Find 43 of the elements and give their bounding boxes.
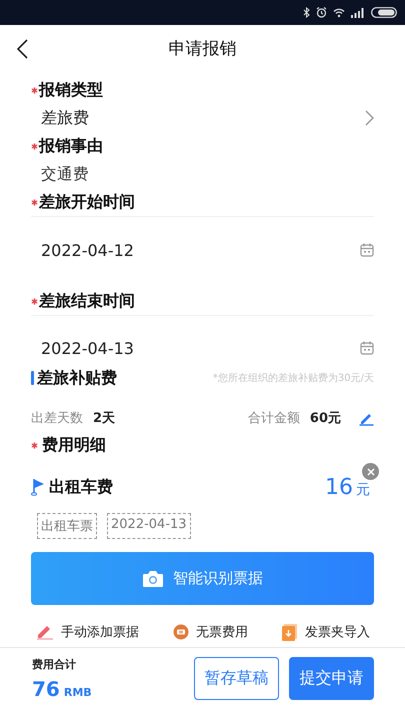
date-field[interactable]: 2022-04-13 [31, 316, 374, 365]
draft-button[interactable]: 暂存草稿 [194, 657, 279, 700]
total-amount: 76 RMB [32, 676, 93, 700]
allowance-note: *您所在组织的差旅补贴费为30元/天 [212, 372, 374, 385]
add-option-button[interactable]: 手动添加票据 [36, 623, 139, 641]
expense-name: 出租车费 [49, 476, 113, 498]
close-button[interactable] [362, 463, 379, 480]
battery-icon [371, 7, 397, 18]
days-label: 出差天数 [31, 410, 83, 427]
section-title: 费用明细 [42, 434, 106, 456]
wifi-icon [333, 8, 345, 18]
field-label: 报销事由 [39, 136, 103, 156]
calendar-icon [360, 341, 374, 355]
alarm-icon [316, 7, 327, 18]
date-field[interactable]: 2022-04-12 [31, 217, 374, 287]
field-label: 差旅开始时间 [39, 192, 135, 212]
bluetooth-icon [303, 7, 310, 18]
select-field[interactable]: 差旅费 [31, 104, 374, 132]
total-value: 60元 [310, 410, 341, 427]
download-folder-icon [282, 624, 298, 640]
section-marker [31, 371, 34, 385]
field-value: 交通费 [41, 164, 89, 184]
camera-icon [142, 570, 164, 588]
field-label: 差旅结束时间 [39, 290, 135, 312]
chevron-right-icon [365, 110, 374, 126]
close-icon [366, 468, 374, 476]
pencil-icon [36, 624, 54, 640]
submit-button[interactable]: 提交申请 [289, 657, 374, 700]
days-value: 2天 [93, 410, 116, 427]
expense-tag: 出租车票 [37, 513, 97, 539]
expense-tag: 2022-04-13 [107, 513, 191, 539]
add-option-button[interactable]: 发票夹导入 [282, 623, 370, 641]
page-title: 申请报销 [168, 38, 236, 60]
total-label: 合计金额 [248, 410, 300, 427]
flag-icon [31, 478, 45, 496]
ticket-icon [173, 624, 189, 640]
total-label: 费用合计 [32, 656, 77, 672]
expense-amount: 16 元 [325, 474, 370, 500]
signal-icon [351, 8, 365, 18]
calendar-icon [360, 243, 374, 257]
field-label: 报销类型 [39, 80, 103, 100]
add-option-button[interactable]: 无票费用 [173, 623, 248, 641]
section-title: 差旅补贴费 [37, 368, 117, 388]
